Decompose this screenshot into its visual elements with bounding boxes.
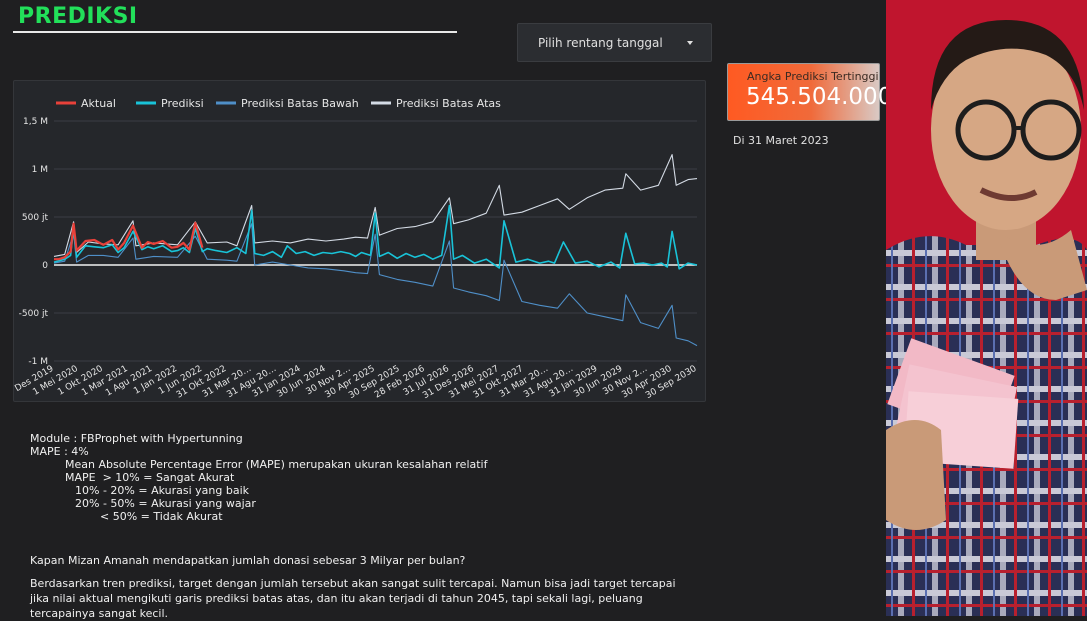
legend-label: Prediksi Batas Bawah <box>241 97 359 110</box>
mape-scale-line-3: 20% - 50% = Akurasi yang wajar <box>75 497 256 510</box>
kpi-value: 545.504.000 <box>746 84 893 110</box>
date-range-dropdown[interactable]: Pilih rentang tanggal <box>517 23 712 62</box>
mape-scale-line-2: 10% - 20% = Akurasi yang baik <box>75 484 249 497</box>
question-text: Kapan Mizan Amanah mendapatkan jumlah do… <box>30 554 466 567</box>
kpi-date: Di 31 Maret 2023 <box>733 134 829 147</box>
legend-label: Aktual <box>81 97 116 110</box>
date-range-label: Pilih rentang tanggal <box>538 35 663 50</box>
prediction-line-chart: Aktual Prediksi Prediksi Batas Bawah Predik… <box>6 97 699 401</box>
title-underline <box>13 31 457 33</box>
mape-scale-line-4: < 50% = Tidak Akurat <box>100 510 223 523</box>
legend-label: Prediksi <box>161 97 204 110</box>
page-title: PREDIKSI <box>18 4 138 29</box>
thinking-man-photo <box>886 0 1087 616</box>
mape-text: MAPE : 4% <box>30 445 89 458</box>
model-notes: Module : FBProphet with Hypertunning MAPE… <box>30 432 487 523</box>
y-tick-label: -1 M <box>28 357 48 367</box>
legend-label: Prediksi Batas Atas <box>396 97 501 110</box>
y-tick-label: -500 jt <box>19 309 49 319</box>
mape-description: Mean Absolute Percentage Error (MAPE) me… <box>65 458 488 471</box>
y-tick-label: 0 <box>42 261 48 271</box>
y-tick-label: 1 M <box>32 165 48 175</box>
module-text: Module : FBProphet with Hypertunning <box>30 432 243 445</box>
chevron-down-icon <box>687 41 693 45</box>
kpi-card-highest-prediction: Angka Prediksi Tertinggi 545.504.000 <box>727 63 892 121</box>
answer-text: Berdasarkan tren prediksi, target dengan… <box>30 577 676 620</box>
y-tick-label: 500 jt <box>22 213 49 223</box>
prediction-chart: Aktual Prediksi Prediksi Batas Bawah Predik… <box>6 80 706 402</box>
kpi-label: Angka Prediksi Tertinggi <box>747 70 879 83</box>
mape-scale-line-1: MAPE > 10% = Sangat Akurat <box>65 471 235 484</box>
y-tick-label: 1,5 M <box>23 117 48 127</box>
